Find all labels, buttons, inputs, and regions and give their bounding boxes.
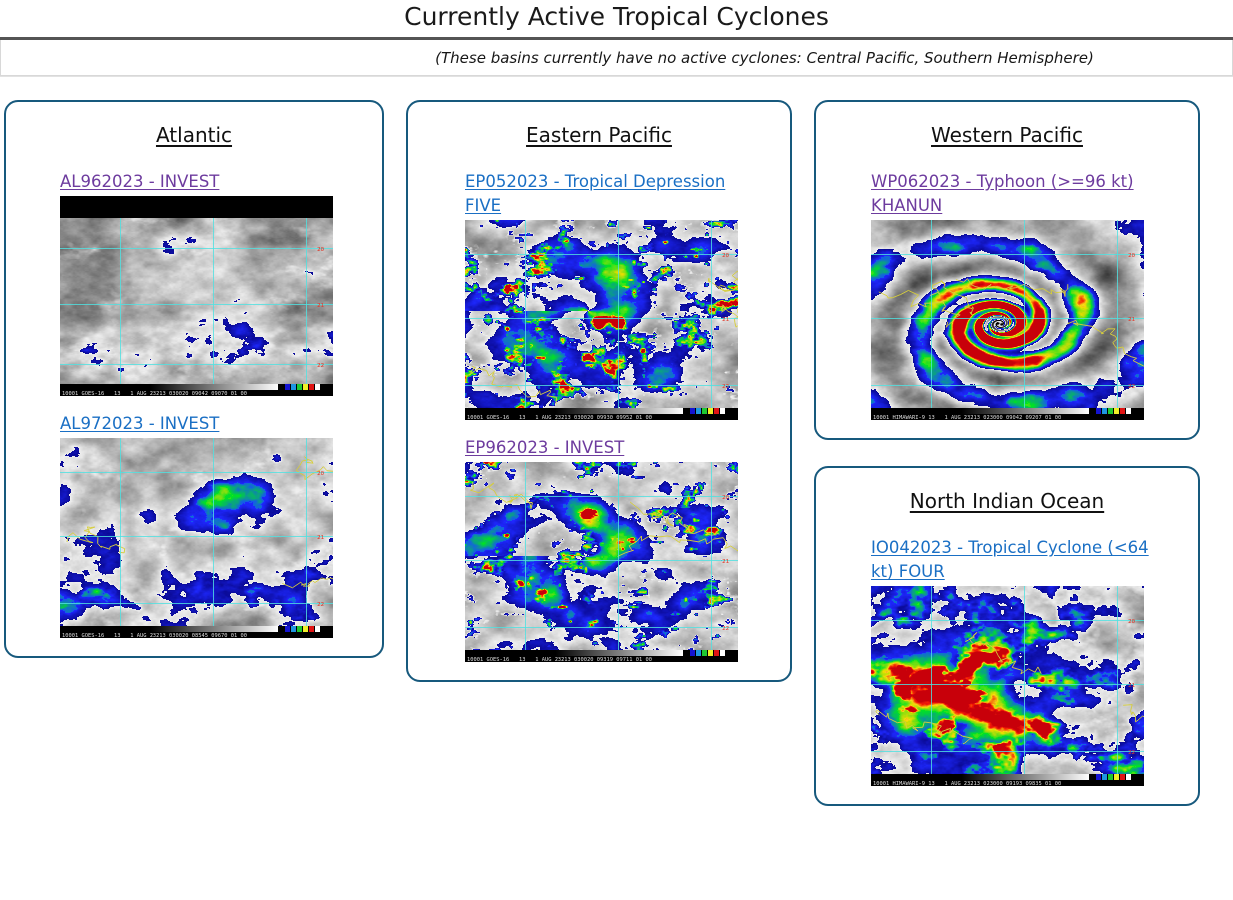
storm-link[interactable]: EP052023 - Tropical Depression FIVE <box>465 170 757 218</box>
satellite-image[interactable] <box>60 196 333 396</box>
basin-card-north-indian-ocean: North Indian Ocean IO042023 - Tropical Cy… <box>814 466 1200 806</box>
basin-card-atlantic: Atlantic AL962023 - INVEST AL972023 - INVE… <box>4 100 384 658</box>
basin-heading-north-indian-ocean: North Indian Ocean <box>909 489 1105 513</box>
storm-link[interactable]: EP962023 - INVEST <box>465 436 757 460</box>
satellite-image[interactable] <box>871 220 1144 420</box>
basin-card-eastern-pacific: Eastern Pacific EP052023 - Tropical Depre… <box>406 100 792 682</box>
basin-column: Western Pacific WP062023 - Typhoon (>=96 … <box>814 100 1200 832</box>
page-title: Currently Active Tropical Cyclones <box>404 2 829 31</box>
basin-column: Eastern Pacific EP052023 - Tropical Depre… <box>406 100 792 708</box>
inactive-basins-text: (These basins currently have no active c… <box>435 48 1094 67</box>
basin-heading-western-pacific: Western Pacific <box>931 123 1083 147</box>
storm-link[interactable]: AL962023 - INVEST <box>60 170 352 194</box>
storm-entry: AL972023 - INVEST <box>6 412 382 638</box>
page-header: Currently Active Tropical Cyclones (Thes… <box>0 0 1233 77</box>
satellite-image[interactable] <box>871 586 1144 786</box>
subtitle-divider <box>0 76 1233 77</box>
storm-entry: EP962023 - INVEST <box>408 436 790 662</box>
storm-entry: WP062023 - Typhoon (>=96 kt) KHANUN <box>816 170 1198 420</box>
storm-entry: AL962023 - INVEST <box>6 170 382 396</box>
satellite-image[interactable] <box>60 438 333 638</box>
basin-columns: Atlantic AL962023 - INVEST AL972023 - INVE… <box>0 100 1233 832</box>
page-root: Currently Active Tropical Cyclones (Thes… <box>0 0 1233 900</box>
satellite-image[interactable] <box>465 220 738 420</box>
basin-card-western-pacific: Western Pacific WP062023 - Typhoon (>=96 … <box>814 100 1200 440</box>
inactive-basins-note: (These basins currently have no active c… <box>0 40 1233 76</box>
basin-heading-eastern-pacific: Eastern Pacific <box>526 123 672 147</box>
storm-entry: EP052023 - Tropical Depression FIVE <box>408 170 790 420</box>
storm-entry: IO042023 - Tropical Cyclone (<64 kt) FOU… <box>816 536 1198 786</box>
storm-link[interactable]: AL972023 - INVEST <box>60 412 352 436</box>
basin-column: Atlantic AL962023 - INVEST AL972023 - INVE… <box>4 100 384 684</box>
storm-link[interactable]: IO042023 - Tropical Cyclone (<64 kt) FOU… <box>871 536 1163 584</box>
satellite-image[interactable] <box>465 462 738 662</box>
storm-link[interactable]: WP062023 - Typhoon (>=96 kt) KHANUN <box>871 170 1163 218</box>
basin-heading-atlantic: Atlantic <box>155 123 233 147</box>
